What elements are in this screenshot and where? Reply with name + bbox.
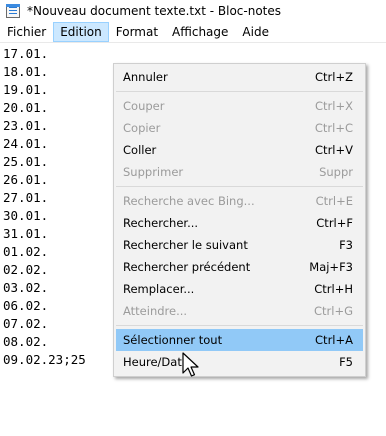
menu-item-shortcut: Ctrl+A xyxy=(315,333,353,347)
menu-aide[interactable]: Aide xyxy=(235,22,276,42)
menu-item-label: Coller xyxy=(123,143,157,157)
menu-item-label: Supprimer xyxy=(123,165,184,179)
menu-item-shortcut: Ctrl+G xyxy=(313,304,353,318)
menu-separator xyxy=(116,325,363,326)
menu-item-shortcut: Ctrl+Z xyxy=(315,70,353,84)
menu-separator xyxy=(116,186,363,187)
menu-item-atteindre[interactable]: Atteindre... Ctrl+G xyxy=(116,300,363,322)
menu-item-annuler[interactable]: Annuler Ctrl+Z xyxy=(116,66,363,88)
menu-item-label: Couper xyxy=(123,99,165,113)
menu-item-label: Rechercher le suivant xyxy=(123,238,248,252)
menu-item-shortcut: Ctrl+F xyxy=(316,216,353,230)
menu-item-label: Sélectionner tout xyxy=(123,333,223,347)
menu-item-rechercher[interactable]: Rechercher... Ctrl+F xyxy=(116,212,363,234)
notepad-icon xyxy=(6,4,20,18)
menu-item-label: Rechercher précédent xyxy=(123,260,251,274)
menu-item-label: Remplacer... xyxy=(123,282,195,296)
window-title: *Nouveau document texte.txt - Bloc-notes xyxy=(27,4,282,18)
notepad-window: *Nouveau document texte.txt - Bloc-notes… xyxy=(0,0,386,436)
menu-item-rechercher-precedent[interactable]: Rechercher précédent Maj+F3 xyxy=(116,256,363,278)
menu-item-label: Rechercher... xyxy=(123,216,199,230)
menu-item-couper[interactable]: Couper Ctrl+X xyxy=(116,95,363,117)
menu-item-shortcut: Ctrl+X xyxy=(315,99,353,113)
menu-item-label: Copier xyxy=(123,121,161,135)
menu-item-label: Annuler xyxy=(123,70,168,84)
menu-item-shortcut: Ctrl+E xyxy=(315,194,353,208)
menu-separator xyxy=(116,91,363,92)
menu-item-coller[interactable]: Coller Ctrl+V xyxy=(116,139,363,161)
menu-item-label: Recherche avec Bing... xyxy=(123,194,255,208)
menu-item-supprimer[interactable]: Supprimer Suppr xyxy=(116,161,363,183)
menu-item-label: Heure/Date xyxy=(123,355,189,369)
menu-bar: Fichier Edition Format Affichage Aide xyxy=(0,22,386,43)
text-line: 17.01. xyxy=(3,46,49,61)
menu-fichier[interactable]: Fichier xyxy=(0,22,53,42)
menu-item-shortcut: Ctrl+V xyxy=(315,143,353,157)
menu-format[interactable]: Format xyxy=(109,22,165,42)
menu-item-shortcut: F3 xyxy=(339,238,353,252)
menu-item-shortcut: Suppr xyxy=(319,165,353,179)
menu-item-remplacer[interactable]: Remplacer... Ctrl+H xyxy=(116,278,363,300)
menu-item-shortcut: Ctrl+C xyxy=(314,121,353,135)
menu-item-rechercher-suivant[interactable]: Rechercher le suivant F3 xyxy=(116,234,363,256)
menu-item-heure-date[interactable]: Heure/Date F5 xyxy=(116,351,363,373)
menu-item-selectionner-tout[interactable]: Sélectionner tout Ctrl+A xyxy=(116,329,363,351)
menu-edition[interactable]: Edition xyxy=(53,22,109,42)
menu-item-recherche-bing[interactable]: Recherche avec Bing... Ctrl+E xyxy=(116,190,363,212)
menu-item-label: Atteindre... xyxy=(123,304,188,318)
title-bar: *Nouveau document texte.txt - Bloc-notes xyxy=(0,0,386,22)
menu-item-shortcut: F5 xyxy=(339,355,353,369)
mouse-pointer-icon xyxy=(182,352,199,377)
menu-item-shortcut: Ctrl+H xyxy=(314,282,353,296)
menu-item-shortcut: Maj+F3 xyxy=(309,260,353,274)
edit-menu-dropdown: Annuler Ctrl+Z Couper Ctrl+X Copier Ctrl… xyxy=(113,63,366,377)
menu-affichage[interactable]: Affichage xyxy=(165,22,235,42)
menu-item-copier[interactable]: Copier Ctrl+C xyxy=(116,117,363,139)
